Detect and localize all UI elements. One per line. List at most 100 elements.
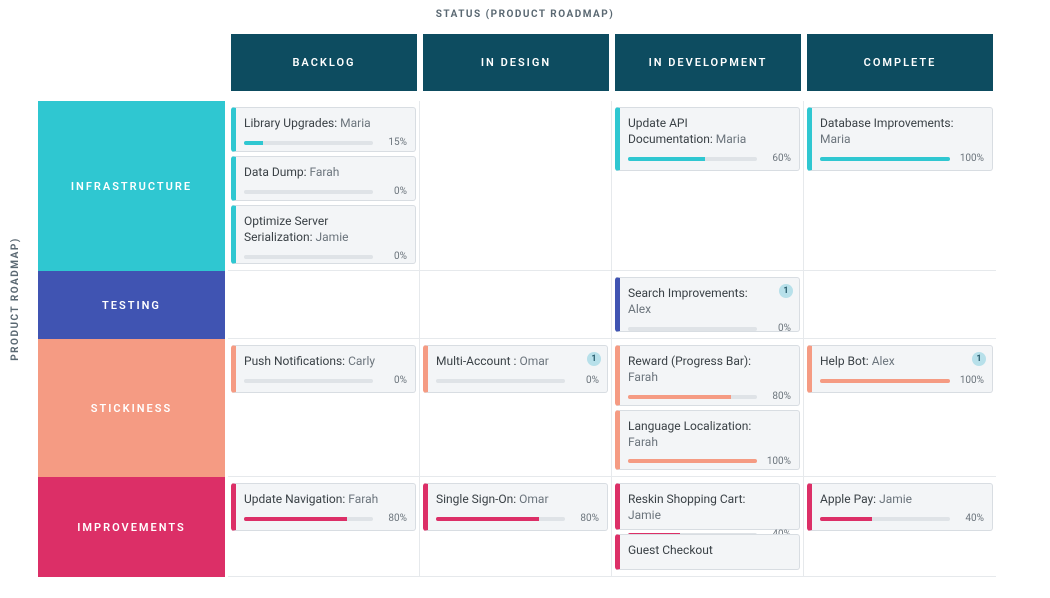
card-title: Search Improvements: Alex <box>628 285 791 317</box>
count-badge: 1 <box>972 352 986 366</box>
progress-row: 0% <box>244 375 407 386</box>
progress-percent: 0% <box>763 323 791 334</box>
card-title: Apple Pay: Jamie <box>820 491 984 507</box>
row-label-improvements[interactable]: IMPROVEMENTS <box>38 477 225 577</box>
card-title: Multi-Account : Omar <box>436 353 599 369</box>
cell-improvements-backlog: Update Navigation: Farah 80% <box>228 477 420 577</box>
column-header-in_design[interactable]: IN DESIGN <box>423 34 609 91</box>
progress-row: 0% <box>244 251 407 262</box>
card-title: Update Navigation: Farah <box>244 491 407 507</box>
progress-row: 100% <box>820 153 984 164</box>
card[interactable]: Single Sign-On: Omar 80% <box>423 483 608 531</box>
card[interactable]: Help Bot: Alex1 100% <box>807 345 993 393</box>
progress-row: 80% <box>628 391 791 402</box>
cell-stickiness-complete: Help Bot: Alex1 100% <box>804 339 996 477</box>
cell-testing-in_design <box>420 271 612 339</box>
card[interactable]: Guest Checkout <box>615 534 800 570</box>
progress-percent: 0% <box>379 251 407 262</box>
card-title: Push Notifications: Carly <box>244 353 407 369</box>
progress-row: 100% <box>820 375 984 386</box>
card-title: Data Dump: Farah <box>244 164 407 180</box>
card-title: Library Upgrades: Maria <box>244 115 407 131</box>
row-label-stickiness[interactable]: STICKINESS <box>38 339 225 477</box>
column-header-complete[interactable]: COMPLETE <box>807 34 993 91</box>
cell-stickiness-backlog: Push Notifications: Carly 0% <box>228 339 420 477</box>
count-badge: 1 <box>587 352 601 366</box>
cell-stickiness-in_development: Reward (Progress Bar): Farah 80% Language … <box>612 339 804 477</box>
progress-bar <box>628 395 757 399</box>
progress-bar <box>244 190 373 194</box>
column-header-backlog[interactable]: BACKLOG <box>231 34 417 91</box>
progress-bar <box>628 157 757 161</box>
progress-row: 0% <box>628 323 791 334</box>
card-title: Help Bot: Alex <box>820 353 984 369</box>
roadmap-grid: BACKLOGIN DESIGNIN DEVELOPMENTCOMPLETE IN… <box>38 34 1050 598</box>
top-axis-label: STATUS (PRODUCT ROADMAP) <box>0 0 1050 30</box>
card[interactable]: Database Improvements: Maria 100% <box>807 107 993 171</box>
cell-testing-complete <box>804 271 996 339</box>
card[interactable]: Optimize Server Serialization: Jamie 0% <box>231 205 416 264</box>
progress-bar <box>436 379 565 383</box>
card-title: Guest Checkout <box>628 542 791 558</box>
cell-testing-backlog <box>228 271 420 339</box>
card-title: Single Sign-On: Omar <box>436 491 599 507</box>
cell-improvements-complete: Apple Pay: Jamie 40% <box>804 477 996 577</box>
card[interactable]: Update API Documentation: Maria 60% <box>615 107 800 171</box>
cell-infrastructure-in_development: Update API Documentation: Maria 60% <box>612 101 804 271</box>
progress-row: 60% <box>628 153 791 164</box>
progress-row: 80% <box>244 513 407 524</box>
progress-percent: 100% <box>763 456 791 467</box>
progress-percent: 100% <box>956 153 984 164</box>
cell-improvements-in_design: Single Sign-On: Omar 80% <box>420 477 612 577</box>
card[interactable]: Multi-Account : Omar1 0% <box>423 345 608 393</box>
count-badge: 1 <box>779 284 793 298</box>
progress-bar <box>244 517 373 521</box>
card-title: Update API Documentation: Maria <box>628 115 791 147</box>
progress-row: 0% <box>436 375 599 386</box>
progress-bar <box>820 157 950 161</box>
progress-row: 15% <box>244 137 407 148</box>
card[interactable]: Language Localization: Farah 100% <box>615 410 800 471</box>
progress-percent: 60% <box>763 153 791 164</box>
card[interactable]: Reskin Shopping Cart: Jamie40% <box>615 483 800 530</box>
progress-bar <box>436 517 565 521</box>
card-title: Language Localization: Farah <box>628 418 791 450</box>
card-title: Reward (Progress Bar): Farah <box>628 353 791 385</box>
cell-infrastructure-in_design <box>420 101 612 271</box>
progress-percent: 40% <box>956 513 984 524</box>
progress-bar <box>244 141 373 145</box>
progress-percent: 80% <box>763 391 791 402</box>
cell-testing-in_development: Search Improvements: Alex1 0% <box>612 271 804 339</box>
cell-infrastructure-complete: Database Improvements: Maria 100% <box>804 101 996 271</box>
card[interactable]: Push Notifications: Carly 0% <box>231 345 416 393</box>
progress-percent: 80% <box>379 513 407 524</box>
card[interactable]: Data Dump: Farah 0% <box>231 156 416 201</box>
progress-percent: 15% <box>379 137 407 148</box>
cell-improvements-in_development: Reskin Shopping Cart: Jamie40% Guest Chec… <box>612 477 804 577</box>
progress-bar <box>628 459 757 463</box>
progress-percent: 0% <box>571 375 599 386</box>
card-title: Database Improvements: Maria <box>820 115 984 147</box>
progress-bar <box>244 379 373 383</box>
progress-percent: 0% <box>379 375 407 386</box>
progress-row: 80% <box>436 513 599 524</box>
progress-percent: 80% <box>571 513 599 524</box>
card[interactable]: Search Improvements: Alex1 0% <box>615 277 800 332</box>
progress-bar <box>244 255 373 259</box>
card[interactable]: Update Navigation: Farah 80% <box>231 483 416 531</box>
column-header-in_development[interactable]: IN DEVELOPMENT <box>615 34 801 91</box>
progress-bar <box>628 327 757 331</box>
progress-row: 0% <box>244 186 407 197</box>
cell-stickiness-in_design: Multi-Account : Omar1 0% <box>420 339 612 477</box>
row-label-infrastructure[interactable]: INFRASTRUCTURE <box>38 101 225 271</box>
card-title: Optimize Server Serialization: Jamie <box>244 213 407 245</box>
card[interactable]: Reward (Progress Bar): Farah 80% <box>615 345 800 406</box>
progress-bar <box>820 379 950 383</box>
card-title: Reskin Shopping Cart: Jamie <box>628 491 791 523</box>
row-label-testing[interactable]: TESTING <box>38 271 225 339</box>
card[interactable]: Apple Pay: Jamie 40% <box>807 483 993 531</box>
progress-row: 40% <box>820 513 984 524</box>
card[interactable]: Library Upgrades: Maria 15% <box>231 107 416 152</box>
progress-percent: 0% <box>379 186 407 197</box>
progress-bar <box>820 517 950 521</box>
